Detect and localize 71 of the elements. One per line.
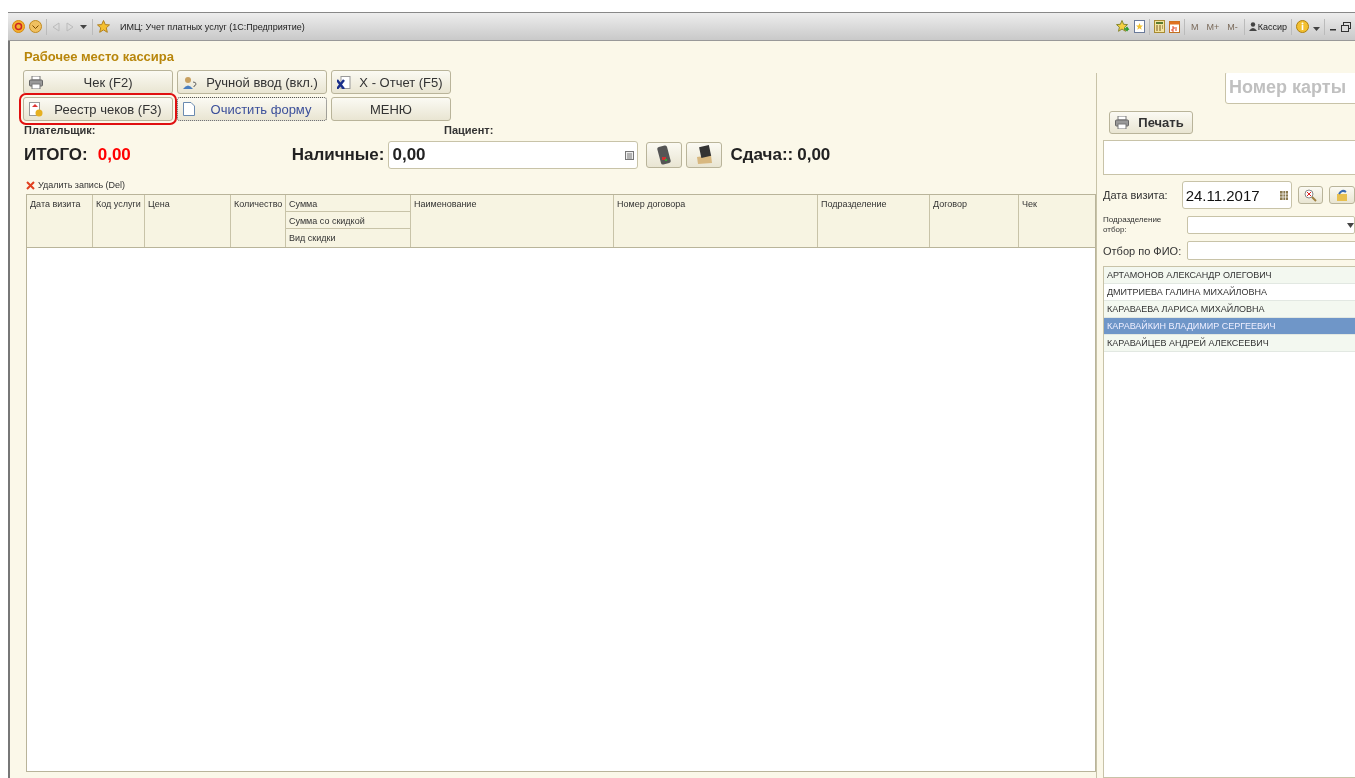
logo-icon[interactable] xyxy=(12,20,25,33)
menu-icon[interactable] xyxy=(29,20,42,33)
page-icon xyxy=(183,102,195,116)
column-header[interactable]: Вид скидки xyxy=(286,229,410,246)
column-header[interactable]: Наименование xyxy=(411,195,613,212)
fio-field[interactable] xyxy=(1187,241,1355,260)
column-header[interactable]: Код услуги xyxy=(93,195,144,212)
toolbar-button[interactable]: X - Отчет (F5) xyxy=(331,70,451,94)
calculator-icon[interactable] xyxy=(1153,20,1165,33)
cash-field[interactable]: 0,00 xyxy=(388,141,639,169)
toolbar-button[interactable]: Очистить форму xyxy=(177,97,327,121)
column-header[interactable]: Дата визита xyxy=(27,195,92,212)
column-header[interactable]: Цена xyxy=(145,195,230,212)
print-button[interactable]: Печать xyxy=(1109,111,1193,134)
user-name[interactable]: Кассир xyxy=(1257,21,1287,32)
memory-button[interactable]: M xyxy=(1190,21,1199,32)
card-terminal-button[interactable] xyxy=(646,142,683,168)
memory-button[interactable]: M- xyxy=(1227,21,1238,32)
document-icon xyxy=(29,101,43,117)
column-header[interactable]: Подразделение xyxy=(818,195,929,212)
column-header[interactable]: Количество xyxy=(231,195,285,212)
card-terminal-icon xyxy=(657,145,672,165)
card-number-field[interactable]: Номер карты xyxy=(1225,73,1355,104)
department-label: Подразделение отбор: xyxy=(1103,215,1163,235)
delete-record-button[interactable]: Удалить запись (Del) xyxy=(26,180,1096,190)
toolbar-button[interactable]: Чек (F2) xyxy=(23,70,173,94)
delete-icon xyxy=(26,180,35,190)
cash-register-button[interactable] xyxy=(686,142,723,168)
star-icon[interactable] xyxy=(97,20,110,33)
search-clear-button[interactable] xyxy=(1297,186,1324,204)
total-label: ИТОГО: xyxy=(24,145,88,165)
printer-icon xyxy=(29,75,43,89)
user-icon xyxy=(1248,22,1257,31)
excel-icon xyxy=(337,75,351,89)
column-header[interactable]: Сумма со скидкой xyxy=(286,212,410,229)
refresh-button[interactable] xyxy=(1329,186,1355,204)
info-icon[interactable] xyxy=(1296,20,1309,33)
toolbar-button[interactable]: МЕНЮ xyxy=(331,97,451,121)
column-header[interactable]: Договор xyxy=(930,195,1018,212)
payer-label: Плательщик: xyxy=(24,124,97,136)
printer-icon xyxy=(1115,116,1129,129)
favorites-icon[interactable] xyxy=(1115,20,1130,33)
bookmark-icon[interactable] xyxy=(1133,20,1145,33)
cash-label: Наличные: xyxy=(291,145,385,165)
date-label: Дата визита: xyxy=(1103,189,1168,201)
patient-item[interactable]: АРТАМОНОВ АЛЕКСАНДР ОЛЕГОВИЧ xyxy=(1104,267,1355,284)
memory-button[interactable]: M+ xyxy=(1206,21,1220,32)
change-value: 0,00 xyxy=(797,145,831,165)
form-title: Рабочее место кассира xyxy=(24,49,175,64)
column-header[interactable]: Сумма xyxy=(286,195,410,212)
column-header[interactable]: Номер договора xyxy=(614,195,817,212)
change-label: Сдача:: xyxy=(730,145,794,165)
toolbar-button[interactable]: Ручной ввод (вкл.) xyxy=(177,70,327,94)
caret-icon[interactable] xyxy=(79,22,88,31)
fio-label: Отбор по ФИО: xyxy=(1103,244,1182,257)
total-value: 0,00 xyxy=(97,145,132,165)
cash-register-icon xyxy=(695,145,714,165)
dropdown-icon xyxy=(1347,222,1354,228)
user-icon xyxy=(183,75,197,89)
patient-item[interactable]: КАРАВАЕВА ЛАРИСА МИХАЙЛОВНА xyxy=(1104,301,1355,318)
window-title: ИМЦ: Учет платных услуг (1С:Предприятие) xyxy=(120,21,305,32)
calculator-icon xyxy=(625,150,635,160)
magnifier-icon xyxy=(1304,188,1318,202)
department-field[interactable] xyxy=(1187,216,1355,234)
patient-item[interactable]: КАРАВАЙЦЕВ АНДРЕЙ АЛЕКСЕЕВИЧ xyxy=(1104,335,1355,352)
calendar-icon[interactable] xyxy=(1168,20,1180,33)
patient-label: Пациент: xyxy=(444,124,494,136)
refresh-icon xyxy=(1335,188,1349,202)
column-header[interactable]: Чек xyxy=(1019,195,1095,212)
date-field[interactable]: 24.11.2017 xyxy=(1181,181,1292,209)
restore-icon[interactable] xyxy=(1341,21,1351,32)
